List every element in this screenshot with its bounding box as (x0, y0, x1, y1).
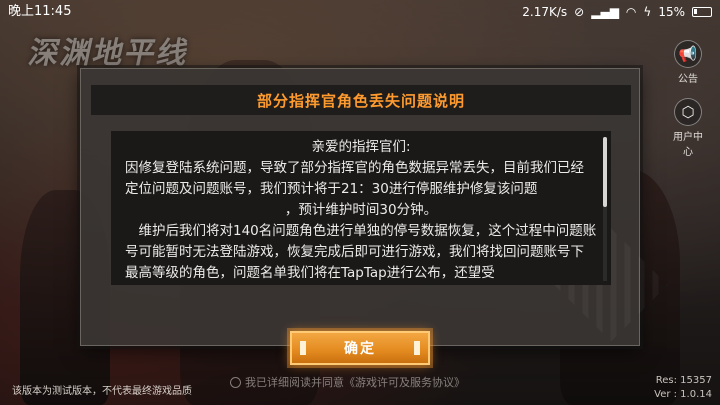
res-number: Res: 15357 (655, 375, 712, 386)
version-number: Ver : 1.0.14 (654, 389, 712, 400)
announcement-label: 公告 (678, 74, 698, 85)
confirm-label: 确定 (344, 341, 376, 357)
confirm-button[interactable]: 确定 (290, 331, 430, 365)
mute-icon: ⊘ (574, 5, 585, 19)
status-time: 晚上11:45 (8, 4, 72, 19)
announcement-button[interactable]: 📢 公告 (670, 40, 706, 85)
notice-paragraph-1: 因修复登陆系统问题，导致了部分指挥官的角色数据异常丢失，目前我们已经定位问题及问… (125, 160, 584, 197)
notice-dialog: 部分指挥官角色丢失问题说明 亲爱的指挥官们: 因修复登陆系统问题，导致了部分指挥… (80, 68, 640, 365)
net-speed: 2.17K/s (522, 5, 568, 19)
status-indicators: 2.17K/s ⊘ ▂▄▆ ◠ ϟ 15% (522, 0, 712, 24)
notice-content[interactable]: 亲爱的指挥官们: 因修复登陆系统问题，导致了部分指挥官的角色数据异常丢失，目前我… (111, 131, 611, 285)
notice-paragraph-1-tail: ，预计维护时间30分钟。 (284, 202, 438, 218)
dialog-title-bar: 部分指挥官角色丢失问题说明 (91, 85, 631, 115)
battery-percent: 15% (658, 5, 685, 19)
signal-icon: ▂▄▆ (591, 5, 619, 19)
megaphone-icon: 📢 (674, 40, 702, 68)
notice-greeting: 亲爱的指挥官们: (311, 139, 411, 155)
charging-icon: ϟ (643, 5, 652, 19)
user-center-button[interactable]: ⬡ 用户中心 (670, 98, 706, 158)
status-bar: 晚上11:45 2.17K/s ⊘ ▂▄▆ ◠ ϟ 15% (0, 0, 720, 24)
checkbox-circle-icon (230, 376, 241, 388)
battery-icon (692, 7, 712, 17)
version-info: Res: 15357 Ver : 1.0.14 (654, 374, 712, 402)
scrollbar-thumb[interactable] (603, 137, 607, 207)
notice-paragraph-2: 维护后我们将对140名问题角色进行单独的停号数据恢复，这个过程中问题账号可能暂时… (125, 223, 597, 281)
test-version-disclaimer: 该版本为测试版本，不代表最终游戏品质 (12, 386, 192, 397)
wifi-icon: ◠ (625, 5, 637, 19)
agreement-checkbox[interactable]: 我已详细阅读并同意《游戏许可及服务协议》 (230, 374, 465, 390)
settings-hex-icon: ⬡ (674, 98, 702, 126)
agreement-text: 我已详细阅读并同意《游戏许可及服务协议》 (245, 376, 465, 389)
dialog-title: 部分指挥官角色丢失问题说明 (256, 91, 465, 110)
user-center-label: 用户中心 (673, 132, 703, 158)
